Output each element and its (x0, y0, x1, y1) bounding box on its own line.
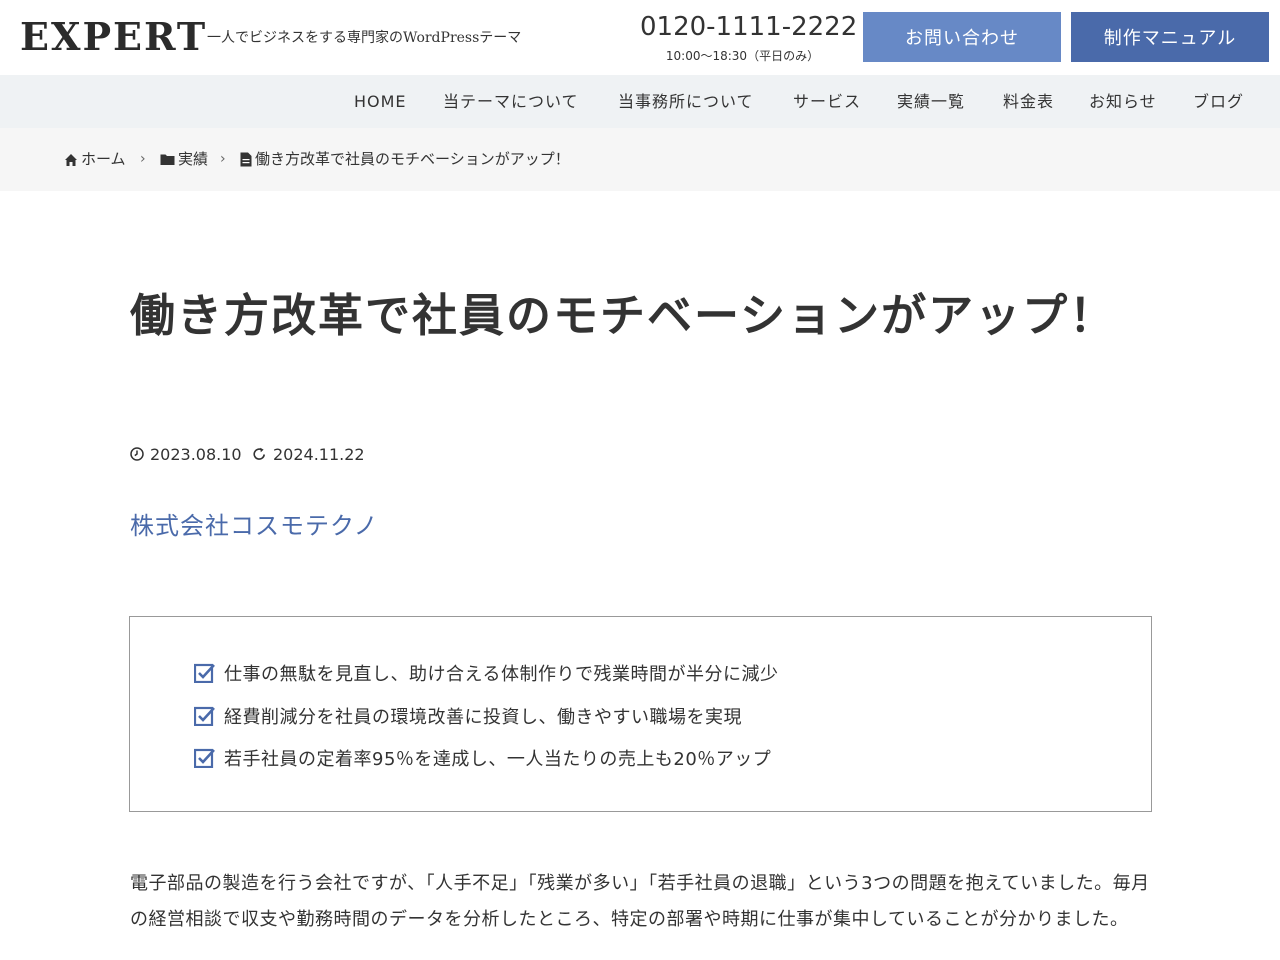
updated-date-text: 2024.11.22 (273, 444, 365, 464)
manual-button[interactable]: 制作マニュアル (1071, 12, 1269, 62)
breadcrumb-current-label: 働き方改革で社員のモチベーションがアップ！ (255, 150, 570, 168)
nav-item-works[interactable]: 実績一覧 (897, 75, 965, 128)
breadcrumb-home-label: ホーム (81, 150, 126, 168)
nav-item-services[interactable]: サービス (793, 75, 861, 128)
highlight-item: 若手社員の定着率95％を達成し、一人当たりの売上も20％アップ (194, 746, 771, 770)
chevron-right-icon: › (140, 151, 146, 167)
highlight-text: 仕事の無駄を見直し、助け合える体制作りで残業時間が半分に減少 (224, 664, 779, 685)
site-header: EXPERT 一人でビジネスをする専門家のWordPressテーマ 0120-1… (0, 0, 1280, 75)
company-name: 株式会社コスモテクノ (130, 512, 379, 540)
checkbox-checked-icon (194, 663, 215, 683)
breadcrumb-category-label: 実績 (178, 150, 209, 168)
nav-item-news[interactable]: お知らせ (1089, 75, 1157, 128)
highlight-item: 仕事の無駄を見直し、助け合える体制作りで残業時間が半分に減少 (194, 661, 778, 685)
highlights-box: 仕事の無駄を見直し、助け合える体制作りで残業時間が半分に減少 経費削減分を社員の… (129, 616, 1152, 812)
breadcrumb: ホーム › 実績 › 働き方改革で社員のモチベーションがアップ！ (0, 128, 1280, 191)
main-nav: HOME 当テーマについて 当事務所について サービス 実績一覧 料金表 お知ら… (0, 75, 1280, 128)
page-title: 働き方改革で社員のモチベーションがアップ！ (130, 289, 1117, 342)
site-tagline: 一人でビジネスをする専門家のWordPressテーマ (207, 30, 522, 46)
nav-item-theme[interactable]: 当テーマについて (443, 75, 579, 128)
checkbox-checked-icon (194, 748, 215, 768)
chevron-right-icon: › (220, 151, 226, 167)
nav-item-office[interactable]: 当事務所について (618, 75, 754, 128)
phone-number[interactable]: 0120-1111-2222 (640, 11, 857, 43)
nav-item-home[interactable]: HOME (354, 75, 407, 128)
business-hours: 10:00〜18:30（平日のみ） (665, 49, 820, 63)
breadcrumb-category[interactable]: 実績 (160, 128, 208, 191)
refresh-icon (253, 447, 265, 460)
published-date-text: 2023.08.10 (150, 444, 242, 464)
nav-item-blog[interactable]: ブログ (1193, 75, 1244, 128)
document-icon (240, 152, 252, 167)
nav-item-pricing[interactable]: 料金表 (1003, 75, 1054, 128)
home-icon (65, 153, 77, 166)
breadcrumb-home[interactable]: ホーム (64, 128, 126, 191)
updated-date: 2024.11.22 (252, 443, 365, 465)
breadcrumb-current: 働き方改革で社員のモチベーションがアップ！ (240, 128, 570, 191)
published-date: 2023.08.10 (130, 443, 242, 465)
highlight-text: 経費削減分を社員の環境改善に投資し、働きやすい職場を実現 (224, 707, 742, 728)
article-body: 電子部品の製造を行う会社ですが、「人手不足」「残業が多い」「若手社員の退職」とい… (130, 873, 1150, 930)
highlight-item: 経費削減分を社員の環境改善に投資し、働きやすい職場を実現 (194, 704, 742, 728)
contact-button[interactable]: お問い合わせ (863, 12, 1061, 62)
folder-icon (160, 154, 175, 165)
checkbox-checked-icon (194, 706, 215, 726)
site-logo[interactable]: EXPERT (20, 14, 207, 60)
highlight-text: 若手社員の定着率95％を達成し、一人当たりの売上も20％アップ (224, 749, 772, 770)
clock-icon (130, 447, 144, 461)
